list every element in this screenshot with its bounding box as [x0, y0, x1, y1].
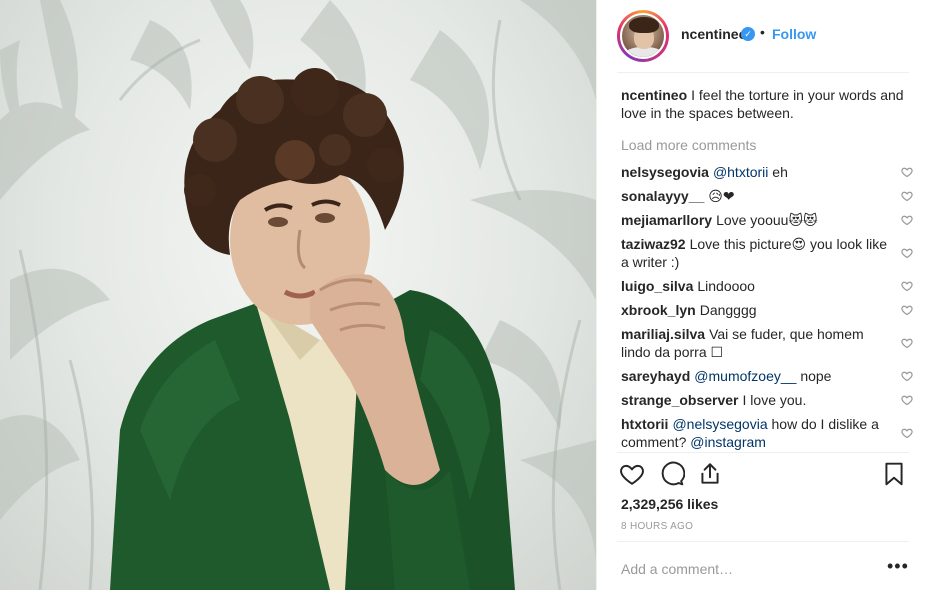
comment-username[interactable]: luigo_silva [621, 278, 693, 294]
comment-like-heart-icon[interactable] [901, 280, 913, 292]
load-more-comments-button[interactable]: Load more comments [621, 136, 913, 154]
comment-like-heart-icon[interactable] [901, 427, 913, 439]
likes-count[interactable]: 2,329,256 likes [621, 496, 718, 512]
comment-like-heart-icon[interactable] [901, 214, 913, 226]
post-username[interactable]: ncentineo [681, 26, 747, 42]
comment-like-heart-icon[interactable] [901, 337, 913, 349]
comment-row: htxtorii @nelsysegovia how do I dislike a… [621, 415, 913, 450]
verified-badge-icon: ✓ [741, 27, 755, 41]
add-comment-input[interactable] [621, 559, 871, 579]
comment-row: sonalayyy__ 😥❤ [621, 187, 913, 205]
header-divider [617, 72, 909, 73]
actions-divider [617, 452, 909, 453]
comment-username[interactable]: xbrook_lyn [621, 302, 696, 318]
comment-mention[interactable]: @nelsysegovia [672, 416, 767, 432]
comment-like-heart-icon[interactable] [901, 166, 913, 178]
comment-text: eh [768, 164, 788, 180]
post-timestamp[interactable]: 8 HOURS AGO [621, 521, 693, 532]
comment-username[interactable]: sareyhayd [621, 368, 690, 384]
comment-username[interactable]: htxtorii [621, 416, 668, 432]
portrait-illustration [0, 0, 596, 590]
comment-text: 😥❤ [708, 188, 735, 204]
comment-row: taziwaz92 Love this picture😍 you look lik… [621, 235, 913, 271]
bookmark-icon[interactable] [881, 461, 909, 489]
comment-row: nelsysegovia @htxtorii eh [621, 163, 913, 181]
post-photo[interactable] [0, 0, 596, 590]
comment-row: mariliaj.silva Vai se fuder, que homem li… [621, 325, 913, 361]
avatar[interactable] [620, 13, 666, 59]
comment-username[interactable]: sonalayyy__ [621, 188, 704, 204]
comment-row: sareyhayd @mumofzoey__ nope [621, 367, 913, 385]
comment-like-heart-icon[interactable] [901, 190, 913, 202]
comment-username[interactable]: mariliaj.silva [621, 326, 705, 342]
comment-like-heart-icon[interactable] [901, 304, 913, 316]
comment-username[interactable]: nelsysegovia [621, 164, 709, 180]
share-upload-icon[interactable] [697, 461, 725, 489]
post-header: ncentineo ✓ • Follow [597, 0, 925, 72]
comment-text: Love yoouu😻😻 [716, 212, 818, 228]
comment-mention[interactable]: @htxtorii [713, 164, 768, 180]
separator-dot: • [760, 24, 765, 40]
avatar-story-ring[interactable] [617, 10, 669, 62]
comment-text: Lindoooo [697, 278, 755, 294]
comments-list[interactable]: ncentineo I feel the torture in your word… [621, 86, 913, 450]
comment-row: xbrook_lyn Dangggg [621, 301, 913, 319]
more-options-button[interactable]: ••• [887, 556, 909, 577]
post-actions-bar [617, 458, 913, 492]
comment-mention[interactable]: @instagram [690, 434, 766, 450]
follow-button[interactable]: Follow [772, 26, 816, 42]
caption-username[interactable]: ncentineo [621, 87, 687, 103]
comment-username[interactable]: strange_observer [621, 392, 739, 408]
comment-bubble-icon[interactable] [659, 461, 687, 489]
post-caption: ncentineo I feel the torture in your word… [621, 86, 913, 122]
comment-like-heart-icon[interactable] [901, 370, 913, 382]
comment-text: Dangggg [699, 302, 757, 318]
add-comment-divider [617, 541, 909, 542]
comment-text: nope [796, 368, 832, 384]
comment-username[interactable]: mejiamarllory [621, 212, 712, 228]
comment-row: luigo_silva Lindoooo [621, 277, 913, 295]
comment-like-heart-icon[interactable] [901, 394, 913, 406]
comment-username[interactable]: taziwaz92 [621, 236, 686, 252]
comment-like-heart-icon[interactable] [901, 247, 913, 259]
heart-outline-icon[interactable] [619, 461, 647, 489]
post-side-panel: ncentineo ✓ • Follow ncentineo I feel the… [596, 0, 925, 590]
comment-row: mejiamarllory Love yoouu😻😻 [621, 211, 913, 229]
comment-row: strange_observer I love you. [621, 391, 913, 409]
comment-mention[interactable]: @mumofzoey__ [694, 368, 796, 384]
comment-text: I love you. [742, 392, 807, 408]
